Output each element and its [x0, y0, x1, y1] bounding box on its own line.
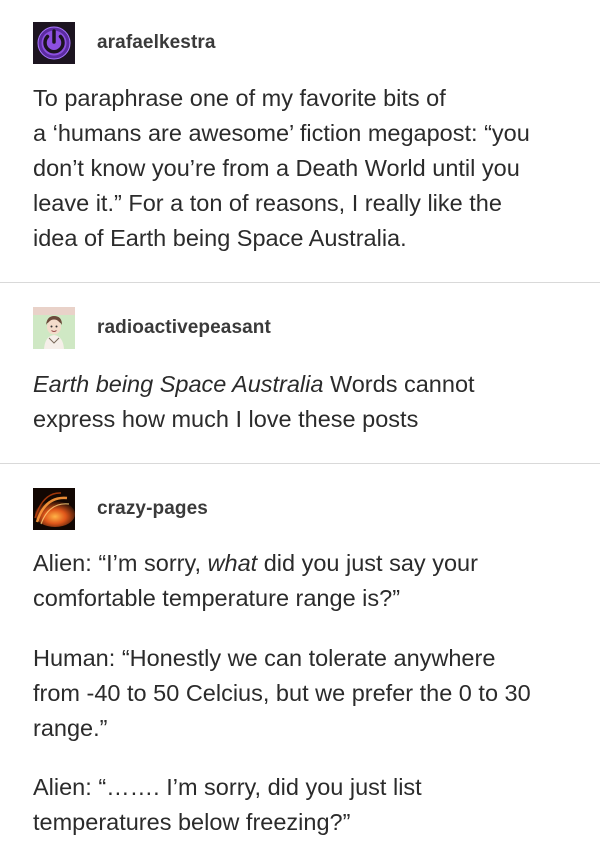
post-paragraph: Human: “Honestly we can tolerate anywher… — [33, 641, 580, 746]
cartoon-character-avatar-icon — [33, 307, 75, 349]
post-text-line: temperatures below freezing?” — [33, 809, 351, 835]
post-header: arafaelkestra — [33, 22, 216, 64]
power-symbol-avatar-icon — [33, 22, 75, 64]
fire-arc-avatar-icon — [33, 488, 75, 530]
username[interactable]: radioactivepeasant — [97, 317, 271, 339]
username[interactable]: arafaelkestra — [97, 32, 216, 54]
post-text-fragment: Words cannot — [323, 371, 475, 397]
post-text-line: leave it.” For a ton of reasons, I reall… — [33, 190, 502, 216]
post-text-line: from -40 to 50 Celcius, but we prefer th… — [33, 680, 531, 706]
post-text-line: don’t know you’re from a Death World unt… — [33, 155, 520, 181]
avatar[interactable] — [33, 488, 75, 530]
post-text-line: Human: “Honestly we can tolerate anywher… — [33, 645, 496, 671]
post-body: To paraphrase one of my favorite bits of… — [33, 81, 580, 256]
post-text-line: express how much I love these posts — [33, 406, 419, 432]
post-header: crazy-pages — [33, 488, 208, 530]
post-text-line: comfortable temperature range is?” — [33, 585, 401, 611]
username[interactable]: crazy-pages — [97, 498, 208, 520]
quoted-italic-text: Earth being Space Australia — [33, 371, 324, 397]
post-crazy-pages: crazy-pages Alien: “I’m sorry, what did … — [0, 464, 600, 851]
post-text-line: Alien: “I’m sorry, what did you just say… — [33, 546, 580, 581]
post-paragraph: Alien: “……. I’m sorry, did you just list… — [33, 770, 580, 840]
post-text-line: idea of Earth being Space Australia. — [33, 225, 407, 251]
post-radioactivepeasant: radioactivepeasant Earth being Space Aus… — [0, 283, 600, 464]
post-text-fragment: did you just say your — [257, 550, 478, 576]
post-arafaelkestra: arafaelkestra To paraphrase one of my fa… — [0, 0, 600, 283]
avatar[interactable] — [33, 307, 75, 349]
post-body: Earth being Space Australia Words cannot… — [33, 367, 580, 437]
post-text-line: Earth being Space Australia Words cannot — [33, 367, 580, 402]
post-text-line: a ‘humans are awesome’ fiction megapost:… — [33, 120, 530, 146]
post-header: radioactivepeasant — [33, 307, 271, 349]
post-paragraph: Alien: “I’m sorry, what did you just say… — [33, 546, 580, 616]
post-text-line: Alien: “……. I’m sorry, did you just list — [33, 774, 422, 800]
avatar[interactable] — [33, 22, 75, 64]
emphasized-word: what — [207, 550, 258, 576]
post-text-line: To paraphrase one of my favorite bits of — [33, 85, 446, 111]
post-text-line: range.” — [33, 715, 108, 741]
post-text-fragment: Alien: “I’m sorry, — [33, 550, 208, 576]
